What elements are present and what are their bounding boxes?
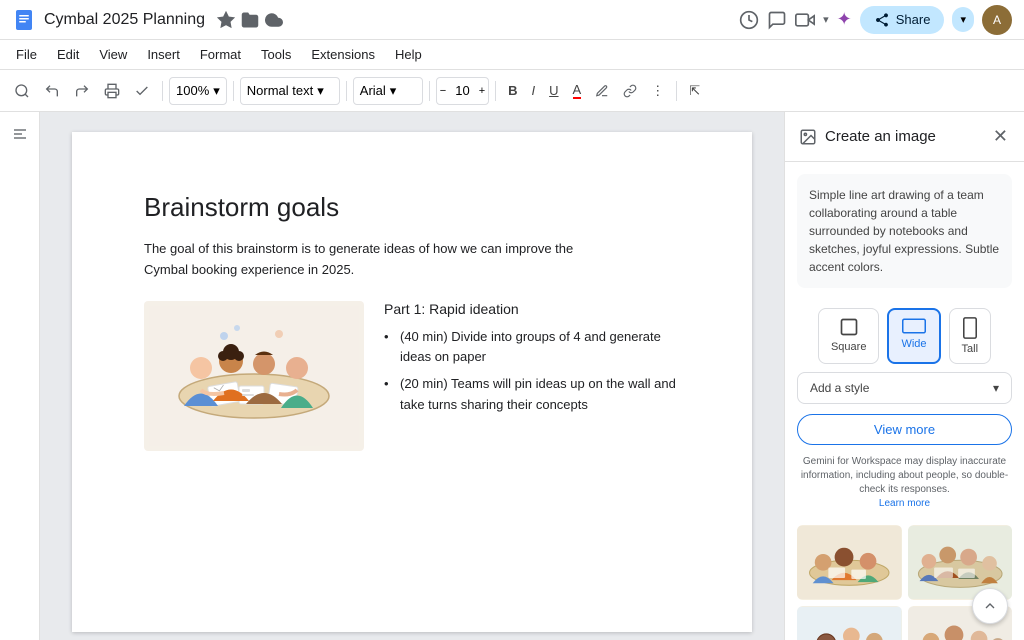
comment-icon[interactable] bbox=[767, 10, 787, 30]
menu-bar: File Edit View Insert Format Tools Exten… bbox=[0, 40, 1024, 70]
undo-button[interactable] bbox=[38, 75, 66, 107]
history-icon[interactable] bbox=[739, 10, 759, 30]
shape-tall[interactable]: Tall bbox=[949, 308, 992, 364]
view-more-button[interactable]: View more bbox=[797, 414, 1012, 445]
avatar: A bbox=[982, 5, 1012, 35]
title-actions bbox=[217, 11, 283, 29]
paragraph-style-select[interactable]: Normal text ▾ bbox=[240, 77, 340, 105]
toolbar-divider-4 bbox=[429, 81, 430, 101]
image-thumb-1[interactable] bbox=[797, 525, 902, 600]
scroll-up-button[interactable] bbox=[972, 588, 1008, 624]
font-size-decrease[interactable]: − bbox=[437, 85, 449, 97]
toolbar-divider-6 bbox=[676, 81, 677, 101]
doc-heading: Brainstorm goals bbox=[144, 192, 680, 223]
expand-button[interactable]: ⇱ bbox=[683, 75, 706, 107]
panel-close-button[interactable]: ✕ bbox=[991, 124, 1010, 149]
image-thumb-3[interactable] bbox=[797, 606, 902, 640]
doc-title: Cymbal 2025 Planning bbox=[44, 11, 205, 29]
bold-button[interactable]: B bbox=[502, 75, 523, 107]
menu-insert[interactable]: Insert bbox=[139, 44, 188, 65]
prompt-box: Simple line art drawing of a team collab… bbox=[797, 174, 1012, 288]
panel-header: Create an image ✕ bbox=[785, 112, 1024, 162]
redo-button[interactable] bbox=[68, 75, 96, 107]
font-size-control[interactable]: − 10 + bbox=[436, 77, 489, 105]
content-row: Part 1: Rapid ideation (40 min) Divide i… bbox=[144, 301, 680, 451]
font-select[interactable]: Arial ▾ bbox=[353, 77, 423, 105]
toolbar-divider-5 bbox=[495, 81, 496, 101]
meet-icon[interactable] bbox=[795, 10, 815, 30]
bullet-item-2: (20 min) Teams will pin ideas up on the … bbox=[384, 374, 680, 416]
doc-text-content: Part 1: Rapid ideation (40 min) Divide i… bbox=[384, 301, 680, 422]
font-size-increase[interactable]: + bbox=[476, 85, 488, 97]
highlight-button[interactable] bbox=[589, 75, 615, 107]
print-button[interactable] bbox=[98, 75, 126, 107]
underline-button[interactable]: U bbox=[543, 75, 564, 107]
italic-button[interactable]: I bbox=[526, 75, 542, 107]
gemini-icon[interactable]: ✦ bbox=[837, 9, 852, 30]
menu-file[interactable]: File bbox=[8, 44, 45, 65]
toolbar-divider-3 bbox=[346, 81, 347, 101]
share-button[interactable]: Share bbox=[860, 6, 945, 34]
shape-wide[interactable]: Wide bbox=[887, 308, 940, 364]
bullet-item-1: (40 min) Divide into groups of 4 and gen… bbox=[384, 327, 680, 369]
cloud-icon bbox=[265, 11, 283, 29]
share-label: Share bbox=[896, 12, 931, 27]
style-dropdown[interactable]: Add a style ▾ bbox=[797, 372, 1012, 404]
meet-caret[interactable]: ▾ bbox=[823, 13, 829, 26]
doc-image bbox=[144, 301, 364, 451]
search-button[interactable] bbox=[8, 75, 36, 107]
folder-icon[interactable] bbox=[241, 11, 259, 29]
menu-view[interactable]: View bbox=[91, 44, 135, 65]
sidebar-left bbox=[0, 112, 40, 640]
right-panel: Create an image ✕ Simple line art drawin… bbox=[784, 112, 1024, 640]
doc-area: Brainstorm goals The goal of this brains… bbox=[40, 112, 784, 640]
link-button[interactable] bbox=[617, 75, 643, 107]
menu-format[interactable]: Format bbox=[192, 44, 249, 65]
learn-more-link[interactable]: Learn more bbox=[879, 498, 930, 509]
zoom-select[interactable]: 100% ▾ bbox=[169, 77, 227, 105]
shape-square[interactable]: Square bbox=[818, 308, 879, 364]
doc-icon bbox=[12, 8, 36, 32]
title-bar-right: ▾ ✦ Share ▾ A bbox=[739, 5, 1012, 35]
shape-options: Square Wide Tall bbox=[785, 300, 1024, 372]
toolbar: 100% ▾ Normal text ▾ Arial ▾ − 10 + B I … bbox=[0, 70, 1024, 112]
image-icon bbox=[799, 128, 817, 146]
toolbar-divider-2 bbox=[233, 81, 234, 101]
menu-tools[interactable]: Tools bbox=[253, 44, 299, 65]
part-title: Part 1: Rapid ideation bbox=[384, 301, 680, 317]
disclaimer: Gemini for Workspace may display inaccur… bbox=[797, 455, 1012, 511]
menu-help[interactable]: Help bbox=[387, 44, 430, 65]
outline-toggle[interactable] bbox=[6, 120, 34, 148]
menu-extensions[interactable]: Extensions bbox=[303, 44, 383, 65]
main-layout: Brainstorm goals The goal of this brains… bbox=[0, 112, 1024, 640]
title-bar: Cymbal 2025 Planning ▾ ✦ Sha bbox=[0, 0, 1024, 40]
panel-title: Create an image bbox=[825, 128, 983, 145]
spellcheck-button[interactable] bbox=[128, 75, 156, 107]
share-dropdown-button[interactable]: ▾ bbox=[952, 7, 974, 32]
star-icon[interactable] bbox=[217, 11, 235, 29]
toolbar-divider-1 bbox=[162, 81, 163, 101]
text-color-button[interactable]: A bbox=[567, 75, 588, 107]
doc-page: Brainstorm goals The goal of this brains… bbox=[72, 132, 752, 632]
more-options-button[interactable]: ⋮ bbox=[645, 75, 670, 107]
bullet-list: (40 min) Divide into groups of 4 and gen… bbox=[384, 327, 680, 416]
doc-paragraph: The goal of this brainstorm is to genera… bbox=[144, 239, 604, 281]
menu-edit[interactable]: Edit bbox=[49, 44, 87, 65]
